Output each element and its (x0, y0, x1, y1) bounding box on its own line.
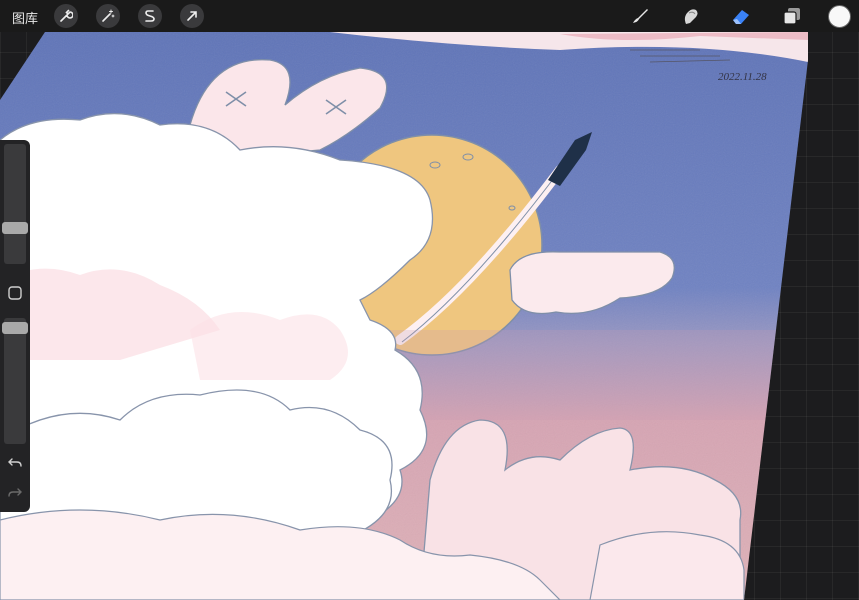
brush-icon[interactable] (629, 5, 651, 27)
selection-icon[interactable] (138, 4, 162, 28)
opacity-slider[interactable] (2, 318, 28, 444)
brush-size-thumb[interactable] (2, 222, 28, 234)
wrench-icon[interactable] (54, 4, 78, 28)
brush-size-slider[interactable] (2, 144, 28, 264)
brush-sidebar (0, 140, 30, 512)
artwork: 2022.11.28 (0, 32, 808, 600)
transform-arrow-icon[interactable] (180, 4, 204, 28)
layers-icon[interactable] (781, 5, 803, 27)
magic-wand-icon[interactable] (96, 4, 120, 28)
modify-square-icon[interactable] (7, 285, 23, 301)
top-toolbar: 图库 (0, 0, 859, 32)
color-picker-button[interactable] (828, 5, 851, 28)
opacity-thumb[interactable] (2, 322, 28, 334)
cloud-mass (0, 112, 434, 561)
redo-icon[interactable] (7, 485, 23, 501)
drawing-canvas[interactable]: 2022.11.28 (0, 32, 859, 600)
eraser-icon[interactable] (730, 5, 752, 27)
smudge-icon[interactable] (680, 5, 702, 27)
undo-icon[interactable] (7, 455, 23, 471)
artwork-signature-date: 2022.11.28 (718, 71, 767, 83)
gallery-button[interactable]: 图库 (12, 8, 38, 27)
